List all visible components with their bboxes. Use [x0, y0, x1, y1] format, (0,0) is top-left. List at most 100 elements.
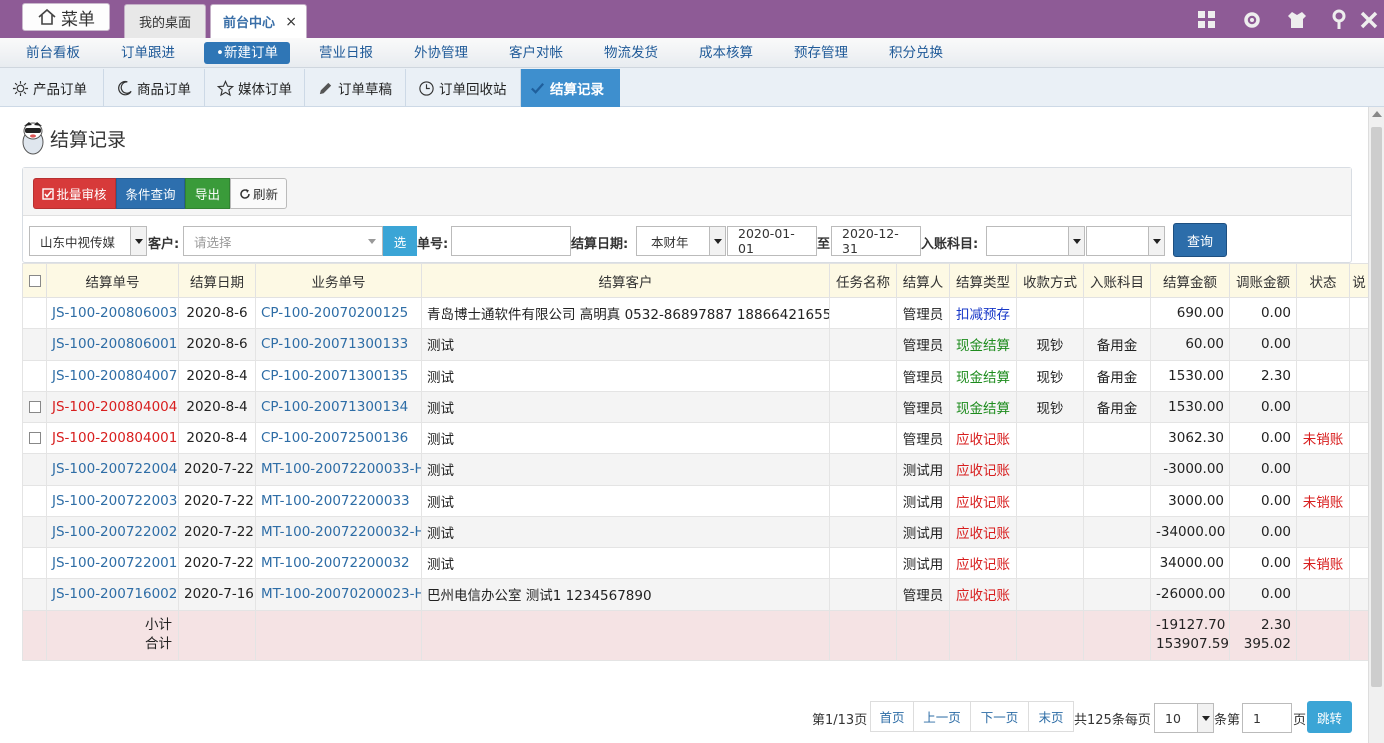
account-select-1[interactable]: [986, 226, 1085, 256]
customer-input[interactable]: 请选择: [183, 226, 383, 256]
col-header[interactable]: 入账科目: [1083, 263, 1151, 298]
next-page-button[interactable]: 下一页: [970, 701, 1029, 732]
col-header[interactable]: 状态: [1296, 263, 1350, 298]
table-row[interactable]: JS-100-200804001 2020-8-4 CP-100-200725001…: [22, 421, 1369, 455]
business-no-link[interactable]: CP-100-20071300133: [261, 336, 408, 352]
per-page-select[interactable]: 10: [1154, 703, 1214, 733]
gear-icon[interactable]: [1241, 9, 1263, 31]
settlement-no-link[interactable]: JS-100-200722003: [52, 493, 177, 509]
col-header[interactable]: 结算日期: [178, 263, 256, 298]
settlement-no-link[interactable]: JS-100-200804001: [52, 430, 177, 446]
table-row[interactable]: JS-100-200722004 2020-7-22 MT-100-20072200…: [22, 453, 1369, 486]
query-button[interactable]: 查询: [1173, 223, 1227, 257]
tab-front-center[interactable]: 前台中心 ×: [210, 4, 307, 38]
batch-review-button[interactable]: 批量审核: [33, 178, 116, 209]
date-from-input[interactable]: 2020-01-01: [727, 226, 817, 256]
settlement-no-link[interactable]: JS-100-200804004: [52, 399, 177, 415]
subtab-settlement-records[interactable]: 结算记录: [521, 69, 620, 107]
table-row[interactable]: JS-100-200722003 2020-7-22 MT-100-20072200…: [22, 484, 1369, 517]
subtab-order-recycle[interactable]: 订单回收站: [406, 69, 521, 107]
key-icon[interactable]: [1328, 9, 1350, 31]
close-icon[interactable]: [1358, 9, 1380, 31]
refresh-button[interactable]: 刷新: [230, 178, 287, 209]
business-no-link[interactable]: CP-100-20072500136: [261, 430, 408, 446]
company-select[interactable]: 山东中视传媒: [29, 226, 147, 256]
row-checkbox[interactable]: [28, 432, 41, 445]
settlement-no-link[interactable]: JS-100-200804007: [52, 368, 177, 384]
nav-daily-report[interactable]: 营业日报: [307, 42, 385, 64]
account-select-2[interactable]: [1086, 226, 1165, 256]
settlement-no-link[interactable]: JS-100-200722004: [52, 461, 177, 477]
row-checkbox[interactable]: [28, 400, 41, 413]
scroll-thumb[interactable]: [1371, 127, 1382, 687]
shirt-icon[interactable]: [1286, 9, 1308, 31]
row-select-cell[interactable]: [22, 515, 47, 549]
nav-customer-reconcile[interactable]: 客户对帐: [497, 42, 575, 64]
row-select-cell[interactable]: [22, 390, 47, 424]
row-select-cell[interactable]: [22, 453, 47, 486]
last-page-button[interactable]: 末页: [1028, 701, 1074, 732]
business-no-link[interactable]: CP-100-20070200125: [261, 305, 408, 321]
nav-points[interactable]: 积分兑换: [877, 42, 955, 64]
grid-icon[interactable]: [1196, 9, 1218, 31]
row-select-cell[interactable]: [22, 421, 47, 455]
select-all-checkbox[interactable]: [28, 274, 41, 287]
goto-page-input[interactable]: 1: [1242, 703, 1292, 733]
settlement-no-link[interactable]: JS-100-200806003: [52, 305, 177, 321]
settlement-no-link[interactable]: JS-100-200722002: [52, 524, 177, 540]
date-to-input[interactable]: 2020-12-31: [831, 226, 921, 256]
scroll-up-arrow-icon[interactable]: [1372, 111, 1382, 117]
export-button[interactable]: 导出: [185, 178, 230, 209]
nav-outsource[interactable]: 外协管理: [402, 42, 480, 64]
close-tab-icon[interactable]: ×: [285, 14, 297, 30]
row-select-cell[interactable]: [22, 546, 47, 580]
settlement-no-link[interactable]: JS-100-200716002: [52, 586, 177, 602]
period-select[interactable]: 本财年: [636, 226, 726, 256]
order-no-input[interactable]: [451, 226, 571, 256]
row-select-cell[interactable]: [22, 484, 47, 517]
settlement-no-link[interactable]: JS-100-200806001: [52, 336, 177, 352]
row-select-cell[interactable]: [22, 578, 47, 611]
nav-cost[interactable]: 成本核算: [687, 42, 765, 64]
table-row[interactable]: JS-100-200804007 2020-8-4 CP-100-200713001…: [22, 359, 1369, 392]
subtab-order-draft[interactable]: 订单草稿: [305, 69, 406, 107]
nav-logistics[interactable]: 物流发货: [592, 42, 670, 64]
col-header[interactable]: 结算类型: [949, 263, 1017, 298]
subtab-product-order[interactable]: 产品订单: [0, 69, 104, 107]
table-row[interactable]: JS-100-200716002 2020-7-16 MT-100-20070200…: [22, 578, 1369, 611]
business-no-link[interactable]: CP-100-20071300134: [261, 399, 408, 415]
customer-select-button[interactable]: 选: [383, 226, 417, 256]
business-no-link[interactable]: MT-100-20070200023-H: [261, 586, 421, 602]
row-select-cell[interactable]: [22, 328, 47, 361]
select-all-cell[interactable]: [22, 263, 47, 298]
jump-button[interactable]: 跳转: [1307, 701, 1352, 733]
nav-new-order[interactable]: •新建订单: [204, 41, 290, 64]
tab-my-desktop[interactable]: 我的桌面: [124, 4, 206, 38]
table-row[interactable]: JS-100-200806003 2020-8-6 CP-100-200702001…: [22, 296, 1369, 330]
col-header[interactable]: 结算人: [896, 263, 950, 298]
table-row[interactable]: JS-100-200804004 2020-8-4 CP-100-200713001…: [22, 390, 1369, 424]
subtab-goods-order[interactable]: 商品订单: [104, 69, 205, 107]
condition-query-button[interactable]: 条件查询: [116, 178, 185, 209]
col-header[interactable]: 任务名称: [829, 263, 897, 298]
col-header[interactable]: 结算金额: [1150, 263, 1230, 298]
prev-page-button[interactable]: 上一页: [913, 701, 971, 732]
vertical-scrollbar[interactable]: [1368, 107, 1384, 743]
col-header[interactable]: 业务单号: [255, 263, 422, 298]
col-header[interactable]: 结算单号: [46, 263, 179, 298]
col-header[interactable]: 收款方式: [1016, 263, 1084, 298]
table-row[interactable]: JS-100-200722002 2020-7-22 MT-100-20072200…: [22, 515, 1369, 549]
nav-front-board[interactable]: 前台看板: [14, 42, 92, 64]
col-header[interactable]: 调账金额: [1229, 263, 1297, 298]
business-no-link[interactable]: MT-100-20072200033-H: [261, 461, 421, 477]
business-no-link[interactable]: CP-100-20071300135: [261, 368, 408, 384]
business-no-link[interactable]: MT-100-20072200032-H: [261, 524, 421, 540]
table-row[interactable]: JS-100-200722001 2020-7-22 MT-100-20072200…: [22, 546, 1369, 580]
nav-order-follow[interactable]: 订单跟进: [109, 42, 187, 64]
col-header[interactable]: 说: [1349, 263, 1369, 298]
row-select-cell[interactable]: [22, 296, 47, 330]
business-no-link[interactable]: MT-100-20072200033: [261, 493, 410, 509]
business-no-link[interactable]: MT-100-20072200032: [261, 555, 410, 571]
menu-button[interactable]: 菜单: [22, 3, 110, 31]
table-row[interactable]: JS-100-200806001 2020-8-6 CP-100-200713001…: [22, 328, 1369, 361]
